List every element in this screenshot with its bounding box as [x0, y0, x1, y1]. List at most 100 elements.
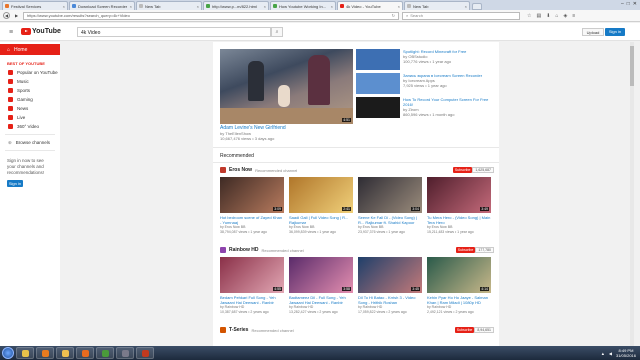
download-icon[interactable]: ⬇: [546, 13, 550, 19]
volume-icon[interactable]: ◀: [609, 351, 612, 356]
channel-name[interactable]: T-Series: [229, 327, 248, 333]
video-card[interactable]: 3:45 Dil To Hi Batao - Krrish 3 - Video S…: [358, 257, 422, 314]
video-thumbnail[interactable]: [356, 73, 400, 94]
related-video[interactable]: How To Record Your Computer Screen For F…: [356, 97, 494, 119]
address-bar[interactable]: https://www.youtube.com/results?search_q…: [23, 11, 399, 20]
related-video[interactable]: Spotlight: Record Minecraft for Free by O…: [356, 49, 494, 71]
page-scrollbar[interactable]: [630, 42, 634, 346]
video-thumbnail[interactable]: 3:09: [220, 177, 284, 213]
scrollbar-thumb[interactable]: [630, 46, 634, 86]
video-title[interactable]: Kehin Pyar Ho Ho Jaaye - Salman Khan | R…: [427, 295, 491, 305]
close-icon[interactable]: ×: [398, 4, 400, 9]
video-thumbnail[interactable]: 3:04: [358, 177, 422, 213]
sidebar-item[interactable]: Gaming: [0, 95, 60, 104]
close-window-button[interactable]: ✕: [633, 1, 637, 7]
video-thumbnail[interactable]: [356, 97, 400, 118]
channel-avatar[interactable]: [220, 167, 226, 173]
channel-avatar[interactable]: [220, 247, 226, 253]
sidebar-item[interactable]: Sports: [0, 86, 60, 95]
sidebar-item[interactable]: Popular on YouTube: [0, 68, 60, 77]
start-button[interactable]: [2, 347, 14, 359]
video-thumbnail[interactable]: 4:55: [220, 257, 284, 293]
sidebar-item[interactable]: News: [0, 104, 60, 113]
new-tab-button[interactable]: [472, 3, 482, 10]
video-thumbnail[interactable]: 3:49: [427, 177, 491, 213]
reading-list-icon[interactable]: ▤: [536, 13, 541, 19]
youtube-search-button[interactable]: ⌕: [271, 27, 283, 37]
browser-tab[interactable]: Festival Services ×: [2, 1, 68, 10]
video-card[interactable]: 2:41 Saadi Gali | Full Video Song | R... …: [289, 177, 353, 234]
close-icon[interactable]: ×: [264, 4, 266, 9]
subscribe-button[interactable]: Subscribe: [452, 167, 473, 173]
related-video[interactable]: Запись экрана в Icecream Screen Recorder…: [356, 73, 494, 95]
video-title[interactable]: Dil To Hi Batao - Krrish 3 - Video Song …: [358, 295, 422, 305]
channel-name[interactable]: Rainbow HD: [229, 247, 258, 253]
network-icon[interactable]: ▲: [601, 351, 605, 356]
browser-tab[interactable]: New Tab ×: [404, 1, 470, 10]
close-icon[interactable]: ×: [331, 4, 333, 9]
video-thumbnail[interactable]: 3:45: [358, 257, 422, 293]
guide-menu-icon[interactable]: ≡: [9, 29, 13, 36]
section-divider: [213, 162, 499, 163]
youtube-logo[interactable]: YouTube: [21, 28, 61, 35]
taskbar-app-button[interactable]: [96, 347, 114, 359]
video-card[interactable]: 3:58 Badtameez Dil - Full Song - Yeh Jawa…: [289, 257, 353, 314]
reload-icon[interactable]: ↻: [392, 13, 395, 18]
taskbar-app-button[interactable]: [136, 347, 154, 359]
maximize-button[interactable]: □: [627, 1, 630, 7]
close-icon[interactable]: ×: [130, 4, 132, 9]
video-thumbnail[interactable]: [356, 49, 400, 70]
sidebar-item[interactable]: Music: [0, 77, 60, 86]
video-title[interactable]: Seene Ke Fall Di - (Video Song) | R... R…: [358, 215, 422, 225]
browser-tab[interactable]: New Tab ×: [136, 1, 202, 10]
home-icon[interactable]: ⌂: [555, 13, 558, 19]
video-card[interactable]: 3:49 Tu Mera Hero - (Video Song) | Main T…: [427, 177, 491, 234]
video-thumbnail[interactable]: 3:58: [289, 257, 353, 293]
video-title[interactable]: Tu Mera Hero - (Video Song) | Main Tera …: [427, 215, 491, 225]
close-icon[interactable]: ×: [465, 4, 467, 9]
browser-tab[interactable]: http://www.p...m/822.html ×: [203, 1, 269, 10]
channel-avatar[interactable]: [220, 327, 226, 333]
video-thumbnail[interactable]: 4:14: [427, 257, 491, 293]
close-icon[interactable]: ×: [63, 4, 65, 9]
menu-icon[interactable]: ≡: [572, 13, 575, 19]
taskbar-app-button[interactable]: [36, 347, 54, 359]
browser-tab[interactable]: Download Screen Recorder ×: [69, 1, 135, 10]
video-card[interactable]: 4:14 Kehin Pyar Ho Ho Jaaye - Salman Khan…: [427, 257, 491, 314]
browser-search-input[interactable]: ⌕ Search: [402, 11, 520, 20]
sidebar-item-browse-channels[interactable]: ⊕ Browse channels: [0, 138, 60, 147]
browser-tab[interactable]: 4k Video - YouTube ×: [337, 1, 403, 10]
video-title[interactable]: Bedam Pehkari Full Song - Yeh Jawaani Ha…: [220, 295, 284, 305]
bookmark-star-icon[interactable]: ☆: [527, 13, 531, 19]
header-signin-button[interactable]: Sign in: [605, 28, 625, 36]
channel-name[interactable]: Eros Now: [229, 167, 252, 173]
taskbar-app-button[interactable]: [16, 347, 34, 359]
youtube-search-input[interactable]: 4k Video: [77, 27, 271, 37]
pocket-icon[interactable]: ◈: [563, 13, 567, 19]
clock[interactable]: 8:49 PM 31/05/2016: [616, 348, 636, 358]
video-title[interactable]: How To Record Your Computer Screen For F…: [403, 97, 494, 107]
back-button[interactable]: ◀: [3, 12, 10, 19]
taskbar-app-button[interactable]: [56, 347, 74, 359]
browser-tab[interactable]: How Youtube Working In... ×: [270, 1, 336, 10]
video-title[interactable]: Badtameez Dil - Full Song - Yeh Jawaani …: [289, 295, 353, 305]
close-icon[interactable]: ×: [197, 4, 199, 9]
subscribe-button[interactable]: Subscribe: [454, 327, 475, 333]
sidebar-signin-button[interactable]: Sign in: [7, 180, 23, 187]
forward-button[interactable]: ▶: [13, 12, 20, 19]
upload-button[interactable]: Upload: [582, 28, 604, 36]
video-card[interactable]: 4:55 Bedam Pehkari Full Song - Yeh Jawaan…: [220, 257, 284, 314]
featured-video-thumbnail[interactable]: 4:51: [220, 49, 353, 124]
sidebar-item[interactable]: 360° Video: [0, 122, 60, 131]
taskbar-app-button[interactable]: [76, 347, 94, 359]
subscribe-button[interactable]: Subscribe: [455, 247, 476, 253]
video-title[interactable]: Saadi Gali | Full Video Song | R... Rajk…: [289, 215, 353, 225]
video-card[interactable]: 3:04 Seene Ke Fall Di - (Video Song) | R.…: [358, 177, 422, 234]
video-title[interactable]: Hot bedroom scene of Zayed Khan - Yumnaa…: [220, 215, 284, 225]
sidebar-item[interactable]: Live: [0, 113, 60, 122]
sidebar-item-home[interactable]: ⌂ Home: [0, 44, 60, 55]
video-thumbnail[interactable]: 2:41: [289, 177, 353, 213]
video-card[interactable]: 3:09 Hot bedroom scene of Zayed Khan - Yu…: [220, 177, 284, 234]
minimize-button[interactable]: –: [621, 1, 624, 7]
taskbar-app-button[interactable]: [116, 347, 134, 359]
